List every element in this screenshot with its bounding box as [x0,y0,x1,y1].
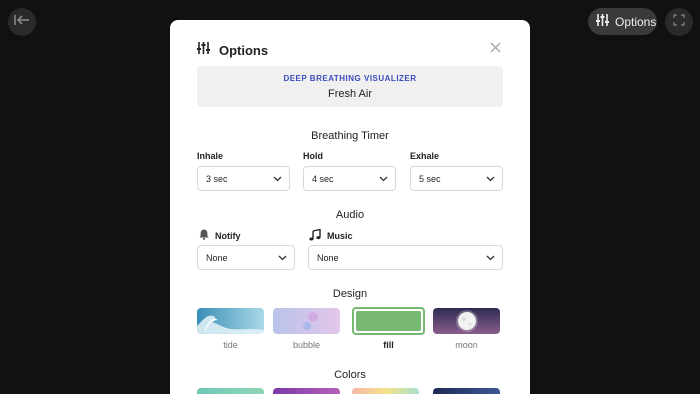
visualizer-info-card: DEEP BREATHING VISUALIZER Fresh Air [197,66,503,107]
fullscreen-button[interactable] [665,8,693,36]
inhale-value: 3 sec [206,173,228,184]
close-icon [489,40,501,58]
exhale-value: 5 sec [419,173,441,184]
notify-value: None [206,252,228,263]
design-moon-tile[interactable] [433,308,500,334]
design-bubble-tile[interactable] [273,308,340,334]
preset-name: Fresh Air [327,88,372,100]
hold-label: Hold [303,151,323,161]
options-button[interactable]: Options [588,8,657,35]
breathing-timer-heading: Breathing Timer [311,130,389,142]
design-fill-tile[interactable] [352,307,425,335]
chevron-down-icon [486,174,495,184]
bell-icon [199,229,209,242]
hold-select[interactable]: 4 sec [303,166,396,191]
sliders-icon [596,13,609,31]
chevron-down-icon [278,253,287,263]
chevron-down-icon [273,174,282,184]
notify-label-group: Notify [199,229,241,242]
exhale-select[interactable]: 5 sec [410,166,503,191]
design-tide-tile[interactable] [197,308,264,334]
design-heading: Design [332,288,368,300]
hold-value: 4 sec [312,173,334,184]
music-label: Music [327,231,353,241]
color-option-3[interactable] [352,388,419,394]
color-option-1[interactable] [197,388,264,394]
music-label-group: Music [309,228,353,243]
notify-select[interactable]: None [197,245,295,270]
exhale-label: Exhale [410,151,440,161]
exit-button[interactable] [8,8,36,36]
design-bubble-label: bubble [292,340,321,350]
inhale-select[interactable]: 3 sec [197,166,290,191]
fullscreen-icon [673,13,685,31]
music-select[interactable]: None [308,245,503,270]
design-moon-label: moon [455,340,478,350]
design-fill-label: fill [383,340,394,350]
notify-label: Notify [215,230,241,241]
modal-header: Options [197,41,268,59]
options-button-label: Options [615,14,657,29]
modal-title: Options [219,42,269,58]
chevron-down-icon [379,174,388,184]
color-option-2[interactable] [273,388,340,394]
chevron-down-icon [486,253,495,263]
colors-heading: Colors [334,369,366,381]
color-option-4[interactable] [433,388,500,394]
design-tide-label: tide [223,340,238,350]
fill-swatch [356,311,421,331]
close-button[interactable] [487,41,503,57]
inhale-label: Inhale [197,151,224,161]
music-note-icon [309,228,321,243]
music-value: None [317,252,339,263]
options-modal: Options DEEP BREATHING VISUALIZER Fresh … [170,20,530,394]
visualizer-subtitle: DEEP BREATHING VISUALIZER [283,74,417,83]
exit-left-arrow-icon [14,13,30,31]
audio-heading: Audio [335,209,365,221]
sliders-icon [197,41,210,59]
